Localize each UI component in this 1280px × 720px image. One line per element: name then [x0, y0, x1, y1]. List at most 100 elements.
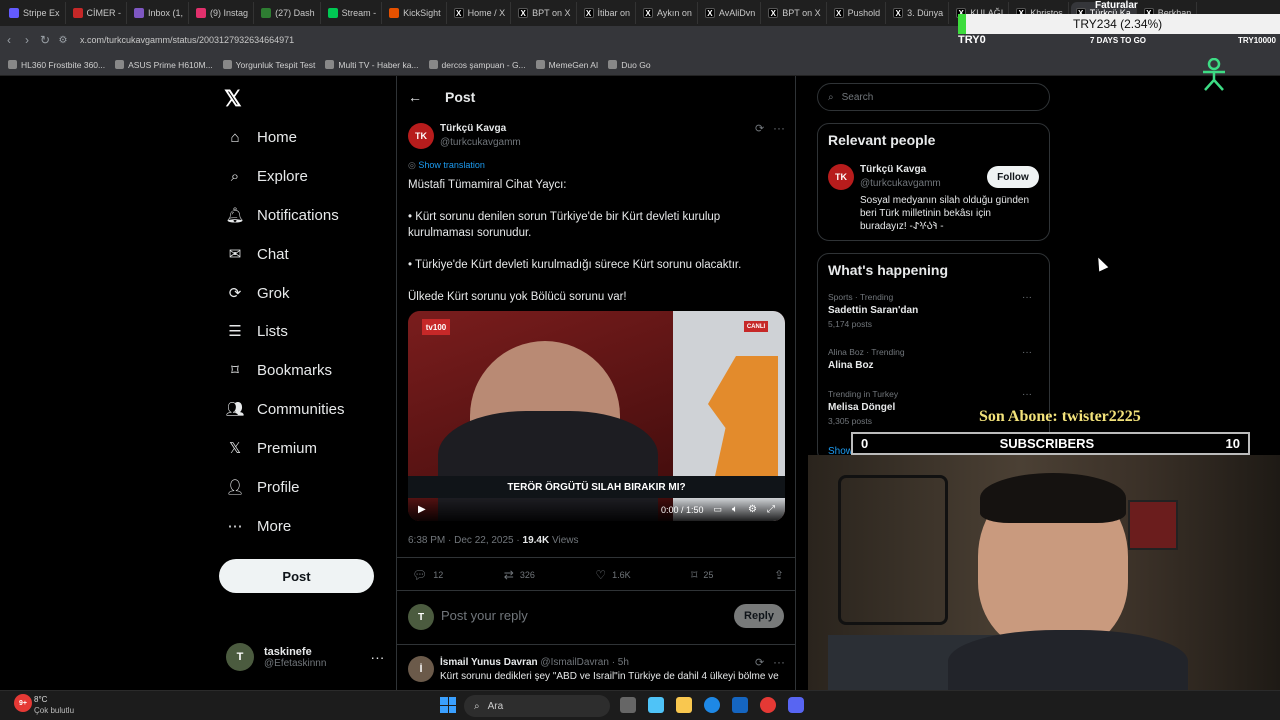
show-translation-link[interactable]: ◎ Show translation	[408, 160, 485, 171]
figure-icon	[1200, 57, 1228, 97]
search-input[interactable]: ⌕ Search	[817, 83, 1050, 111]
video-player[interactable]: tv100 CANLI TERÖR ÖRGÜTÜ SILAH BIRAKIR M…	[408, 311, 785, 521]
browser-tab[interactable]: Stripe Ex	[4, 2, 66, 24]
bookmark-item[interactable]: HL360 Frostbite 360...	[8, 60, 105, 70]
file-explorer-icon[interactable]	[676, 697, 692, 713]
play-icon[interactable]: ▶	[418, 504, 426, 515]
copilot-icon[interactable]	[648, 697, 664, 713]
browser-tab[interactable]: X 3. Dünya	[888, 2, 950, 24]
sidebar-item-grok[interactable]: ⟳ Grok	[227, 280, 290, 306]
person-name[interactable]: Türkçü Kavga	[860, 164, 926, 175]
author-avatar[interactable]: TK	[408, 123, 434, 149]
sidebar-item-communities[interactable]: 👥︎ Communities	[225, 396, 344, 422]
browser-tab[interactable]: X BPT on X	[763, 2, 827, 24]
reply-action[interactable]: 💬︎ 12	[412, 568, 443, 582]
reply-author-handle[interactable]: @IsmailDavran · 5h	[540, 657, 629, 668]
store-icon[interactable]	[732, 697, 748, 713]
volume-icon[interactable]: 🔈︎	[732, 504, 738, 515]
sidebar-item-home[interactable]: ⌂ Home	[227, 124, 297, 150]
reply-count: 12	[433, 570, 444, 580]
sidebar-item-more[interactable]: ⋯ More	[227, 513, 292, 539]
grok-icon[interactable]: ⟳	[755, 656, 764, 669]
account-switcher[interactable]: T taskinefe @Efetaskinnn ···	[226, 643, 384, 671]
person-handle[interactable]: @turkcukavgamm	[860, 178, 941, 189]
sidebar-item-label: Chat	[257, 245, 289, 263]
bookmark-item[interactable]: Multi TV - Haber ka...	[325, 60, 419, 70]
browser-tab[interactable]: X İtibar on	[579, 2, 637, 24]
post-button[interactable]: Post	[219, 559, 374, 593]
author-handle[interactable]: @turkcukavgamm	[440, 137, 521, 148]
url-field[interactable]: x.com/turkcukavgamm/status/2003127932634…	[80, 35, 294, 45]
browser-tab[interactable]: Inbox (1,	[129, 2, 190, 24]
bookmark-icon: ⌑	[231, 362, 239, 379]
sidebar-item-label: Notifications	[257, 206, 339, 224]
task-view-icon[interactable]	[620, 697, 636, 713]
post-more-icon[interactable]: ···	[773, 121, 785, 135]
weather-text[interactable]: Çok bulutlu	[34, 706, 74, 715]
more-icon[interactable]: ···	[370, 649, 384, 665]
taskbar-search[interactable]: ⌕ Ara	[464, 695, 610, 717]
browser-tab[interactable]: X Home / X	[449, 2, 512, 24]
bookmark-item[interactable]: dercos şampuan - G...	[428, 60, 526, 70]
forward-icon[interactable]: ›	[18, 33, 36, 47]
taskbar-apps	[620, 697, 804, 713]
trend-more-icon[interactable]: ···	[1022, 292, 1032, 303]
sidebar-item-label: Lists	[257, 322, 288, 340]
bookmark-item[interactable]: ASUS Prime H610M...	[115, 60, 213, 70]
browser-tab[interactable]: CİMER -	[68, 2, 128, 24]
browser-tab[interactable]: KickSight	[384, 2, 447, 24]
trend-item[interactable]: Sports · Trending Sadettin Saran'dan 5,174…	[828, 292, 1040, 329]
browser-tab[interactable]: (9) Instag	[191, 2, 255, 24]
trend-more-icon[interactable]: ···	[1022, 347, 1032, 358]
discord-icon[interactable]	[788, 697, 804, 713]
bookmark-action[interactable]: ⌑ 25	[691, 568, 713, 582]
share-action[interactable]: ⇪	[774, 568, 784, 582]
reload-icon[interactable]: ↻	[36, 33, 54, 47]
like-action[interactable]: ♡ 1.6K	[595, 568, 630, 582]
repost-action[interactable]: ⇄ 326	[504, 568, 535, 582]
people-icon: 👥︎	[225, 401, 245, 418]
back-arrow-icon[interactable]: ←	[408, 89, 422, 105]
browser-tab[interactable]: X BPT on X	[513, 2, 577, 24]
trend-item[interactable]: Alina Boz · Trending Alina Boz ···	[828, 347, 1040, 374]
edge-icon[interactable]	[704, 697, 720, 713]
person-avatar[interactable]: TK	[828, 164, 854, 190]
bookmark-item[interactable]: Yorgunluk Tespit Test	[222, 60, 315, 70]
site-info-icon[interactable]: ⚙	[54, 35, 72, 46]
sidebar-item-premium[interactable]: 𝕏 Premium	[227, 435, 317, 461]
opera-icon[interactable]	[760, 697, 776, 713]
reply-author-avatar[interactable]: İ	[408, 656, 434, 682]
back-icon[interactable]: ‹	[0, 33, 18, 47]
settings-icon[interactable]: ⚙	[748, 504, 757, 515]
sidebar-item-lists[interactable]: ☰ Lists	[227, 318, 288, 344]
x-logo-icon[interactable]: 𝕏	[224, 86, 242, 112]
trend-more-icon[interactable]: ···	[1022, 389, 1032, 400]
follow-button[interactable]: Follow	[987, 166, 1039, 188]
reply-input[interactable]: Post your reply	[441, 608, 528, 623]
browser-tab[interactable]: X Pushold	[829, 2, 887, 24]
bookmark-item[interactable]: MemeGen AI	[535, 60, 598, 70]
windows-start-icon[interactable]	[440, 697, 456, 713]
divider	[396, 557, 796, 558]
browser-tab[interactable]: Stream -	[323, 2, 383, 24]
reply-more-icon[interactable]: ···	[773, 655, 785, 669]
bookmark-item[interactable]: Duo Go	[608, 60, 651, 70]
sidebar-item-explore[interactable]: ⌕ Explore	[227, 163, 308, 189]
sidebar-item-bookmarks[interactable]: ⌑ Bookmarks	[227, 357, 332, 383]
browser-tab[interactable]: X AvAliDvn	[700, 2, 762, 24]
sidebar-item-notifications[interactable]: 🔔︎ Notifications	[225, 202, 339, 228]
sidebar-item-profile[interactable]: 👤︎ Profile	[225, 474, 299, 500]
author-name[interactable]: Türkçü Kavga	[440, 123, 506, 134]
fullscreen-icon[interactable]: ⤢	[767, 504, 775, 515]
captions-icon[interactable]: ▭	[714, 504, 723, 515]
reply-button[interactable]: Reply	[734, 604, 784, 628]
tab-favicon-icon	[134, 8, 145, 18]
grok-icon[interactable]: ⟳	[755, 122, 764, 135]
weather-temp[interactable]: 8°C	[34, 695, 47, 704]
tab-favicon-icon	[327, 8, 338, 18]
tab-favicon-icon	[72, 8, 83, 18]
browser-tab[interactable]: X Aykın on	[638, 2, 698, 24]
reply-author-name[interactable]: İsmail Yunus Davran	[440, 657, 538, 668]
sidebar-item-chat[interactable]: ✉ Chat	[227, 241, 289, 267]
browser-tab[interactable]: (27) Dash	[256, 2, 321, 24]
